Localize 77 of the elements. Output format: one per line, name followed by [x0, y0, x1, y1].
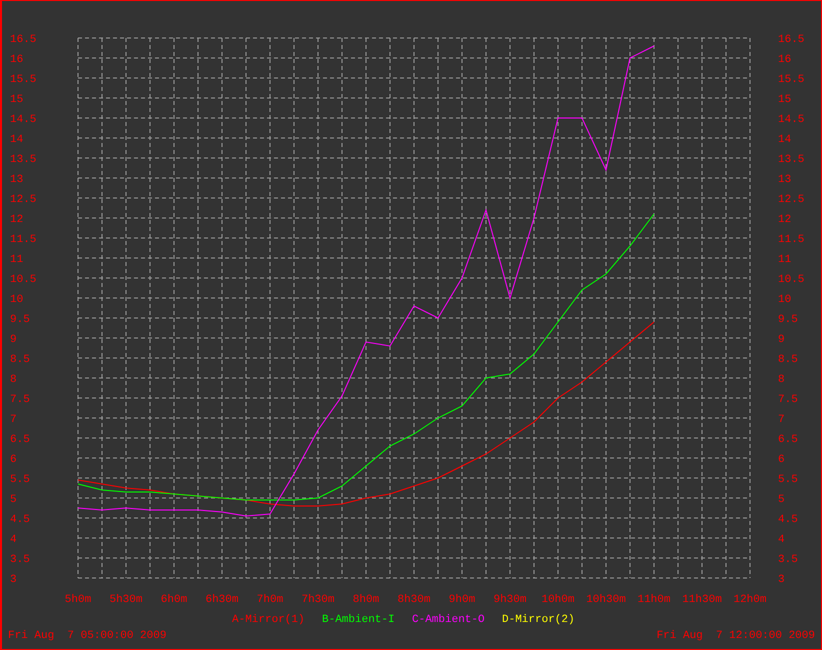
y-axis-label: 4	[778, 534, 785, 546]
y-axis-label: 5	[778, 494, 785, 506]
y-axis-label: 3.5	[778, 554, 798, 566]
x-axis-label: 5h0m	[64, 594, 92, 606]
y-axis-label: 12.5	[778, 194, 804, 206]
y-axis-label: 9	[778, 334, 785, 346]
y-axis-label: 15.5	[10, 74, 36, 86]
y-axis-label: 13	[10, 174, 24, 186]
y-axis-label: 3	[10, 574, 17, 586]
y-axis-label: 15	[778, 94, 792, 106]
x-axis-label: 10h0m	[542, 594, 574, 606]
y-axis-label: 5	[10, 494, 17, 506]
legend-label: B-Ambient-I	[322, 614, 395, 626]
y-axis-label: 10	[778, 294, 792, 306]
y-axis-label: 9.5	[10, 314, 30, 326]
y-axis-label: 6	[10, 454, 17, 466]
y-axis-label: 6	[778, 454, 785, 466]
y-axis-label: 8	[778, 374, 785, 386]
legend-label: C-Ambient-O	[412, 614, 485, 626]
y-axis-label: 5.5	[10, 474, 30, 486]
y-axis-label: 16	[778, 54, 792, 66]
y-axis-label: 12.5	[10, 194, 36, 206]
y-axis-label: 10.5	[10, 274, 36, 286]
x-axis-label: 6h0m	[160, 594, 188, 606]
y-axis-label: 14.5	[10, 114, 36, 126]
y-axis-label: 9.5	[778, 314, 798, 326]
y-axis-label: 16	[10, 54, 24, 66]
x-axis-label: 8h0m	[352, 594, 380, 606]
x-axis-label: 6h30m	[206, 594, 238, 606]
y-axis-label: 5.5	[778, 474, 798, 486]
y-axis-label: 3.5	[10, 554, 30, 566]
y-axis-label: 13.5	[778, 154, 804, 166]
y-axis-label: 9	[10, 334, 17, 346]
y-axis-label: 4.5	[778, 514, 798, 526]
x-axis-label: 11h30m	[682, 594, 722, 606]
x-axis-label: 11h0m	[638, 594, 670, 606]
y-axis-label: 8.5	[10, 354, 30, 366]
x-axis-label: 7h0m	[256, 594, 284, 606]
y-axis-label: 6.5	[778, 434, 798, 446]
x-axis-label: 10h30m	[586, 594, 626, 606]
y-axis-label: 8	[10, 374, 17, 386]
x-axis-label: 5h30m	[110, 594, 142, 606]
x-axis-label: 12h0m	[734, 594, 766, 606]
y-axis-label: 12	[10, 214, 24, 226]
y-axis-label: 7.5	[10, 394, 30, 406]
y-axis-label: 7	[10, 414, 17, 426]
y-axis-label: 14.5	[778, 114, 804, 126]
y-axis-label: 14	[10, 134, 24, 146]
x-axis-label: 9h0m	[448, 594, 476, 606]
y-axis-label: 12	[778, 214, 792, 226]
y-axis-label: 7	[778, 414, 785, 426]
y-axis-label: 16.5	[778, 34, 804, 46]
y-axis-label: 16.5	[10, 34, 36, 46]
y-axis-label: 14	[778, 134, 792, 146]
y-axis-label: 6.5	[10, 434, 30, 446]
y-axis-label: 13	[778, 174, 792, 186]
y-axis-label: 4	[10, 534, 17, 546]
legend-label: A-Mirror(1)	[232, 614, 305, 626]
y-axis-label: 4.5	[10, 514, 30, 526]
end-time: Fri Aug 7 12:00:00 2009	[656, 631, 815, 642]
y-axis-label: 11.5	[10, 234, 36, 246]
y-axis-label: 11	[10, 254, 24, 266]
y-axis-label: 10.5	[778, 274, 804, 286]
y-axis-label: 10	[10, 294, 24, 306]
y-axis-label: 7.5	[778, 394, 798, 406]
y-axis-label: 11	[778, 254, 792, 266]
y-axis-label: 15.5	[778, 74, 804, 86]
x-axis-label: 9h30m	[494, 594, 526, 606]
y-axis-label: 13.5	[10, 154, 36, 166]
x-axis-label: 7h30m	[302, 594, 334, 606]
x-axis-label: 8h30m	[398, 594, 430, 606]
y-axis-label: 11.5	[778, 234, 804, 246]
y-axis-label: 8.5	[778, 354, 798, 366]
legend-label: D-Mirror(2)	[502, 614, 575, 626]
y-axis-label: 15	[10, 94, 24, 106]
start-time: Fri Aug 7 05:00:00 2009	[8, 631, 166, 642]
y-axis-label: 3	[778, 574, 785, 586]
